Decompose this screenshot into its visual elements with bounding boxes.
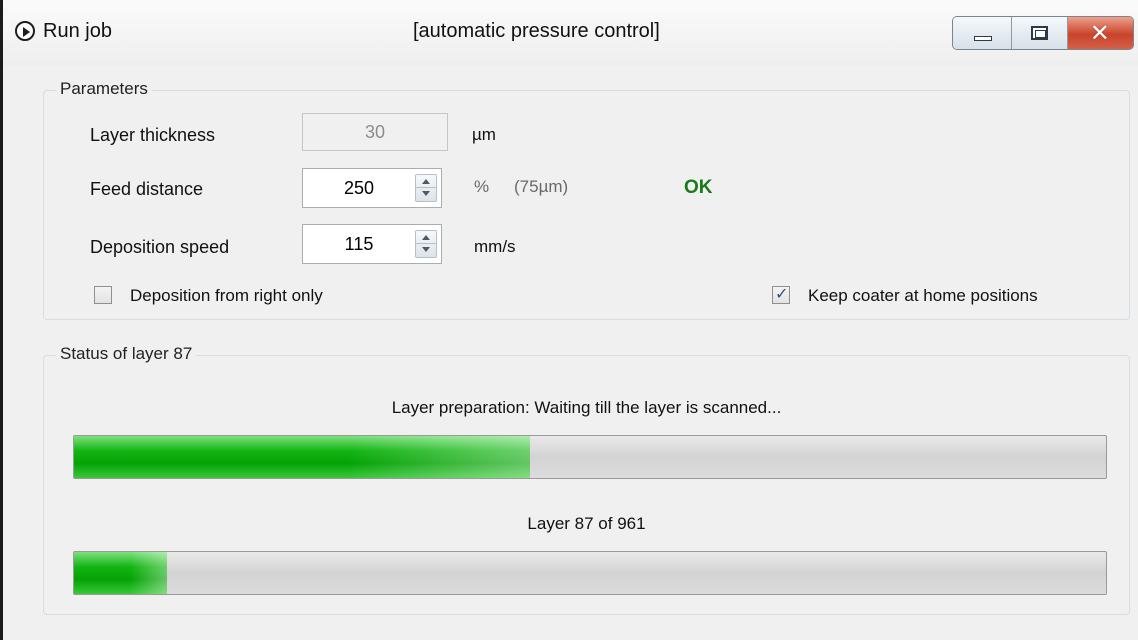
window-title: Run job xyxy=(43,20,112,42)
window-subtitle: [automatic pressure control] xyxy=(413,20,660,42)
layer-thickness-field: 30 xyxy=(302,113,448,151)
job-progress-bar xyxy=(73,551,1107,595)
run-job-window: Run job [automatic pressure control] ✕ P… xyxy=(0,0,1138,640)
spin-down-icon[interactable] xyxy=(416,244,436,257)
deposition-speed-unit: mm/s xyxy=(474,237,516,256)
feed-distance-value[interactable]: 250 xyxy=(309,169,409,207)
layer-thickness-unit: µm xyxy=(472,125,496,144)
deposition-speed-spin-buttons xyxy=(415,230,437,258)
layer-count-text: Layer 87 of 961 xyxy=(527,514,646,533)
parameters-group: Parameters Layer thickness 30 µm Feed di… xyxy=(43,79,1130,320)
deposition-speed-label: Deposition speed xyxy=(90,237,230,257)
feed-distance-hint: (75µm) xyxy=(514,177,569,196)
minimize-icon xyxy=(974,36,992,41)
window-controls: ✕ xyxy=(952,16,1134,50)
parameters-group-title: Parameters xyxy=(56,79,152,99)
title-bar[interactable]: Run job [automatic pressure control] ✕ xyxy=(3,0,1138,66)
deposition-right-only-label[interactable]: Deposition from right only xyxy=(130,286,323,306)
layer-thickness-label: Layer thickness xyxy=(90,125,216,145)
deposition-speed-stepper[interactable]: 115 xyxy=(302,224,442,264)
feed-distance-status: OK xyxy=(684,177,713,198)
status-group-title: Status of layer 87 xyxy=(56,344,197,364)
minimize-button[interactable] xyxy=(953,17,1013,49)
status-group: Status of layer 87 Layer preparation: Wa… xyxy=(43,344,1130,615)
keep-coater-home-checkbox[interactable] xyxy=(772,284,790,304)
close-icon: ✕ xyxy=(1089,20,1110,47)
feed-distance-label: Feed distance xyxy=(90,179,204,199)
deposition-right-only-checkbox[interactable] xyxy=(94,286,112,304)
status-message: Layer preparation: Waiting till the laye… xyxy=(391,398,782,417)
maximize-icon xyxy=(1031,26,1049,40)
deposition-speed-value[interactable]: 115 xyxy=(309,225,409,263)
spin-up-icon[interactable] xyxy=(416,231,436,244)
keep-coater-home-label[interactable]: Keep coater at home positions xyxy=(808,286,1038,306)
layer-preparation-progress-fill xyxy=(74,436,531,478)
play-circle-icon xyxy=(15,21,35,41)
spin-down-icon[interactable] xyxy=(416,188,436,201)
feed-distance-stepper[interactable]: 250 xyxy=(302,168,442,208)
maximize-button[interactable] xyxy=(1012,17,1068,49)
feed-distance-spin-buttons xyxy=(415,174,437,202)
job-progress-fill xyxy=(74,552,168,594)
spin-up-icon[interactable] xyxy=(416,175,436,188)
feed-distance-unit: % xyxy=(474,177,490,196)
close-button[interactable]: ✕ xyxy=(1067,17,1133,49)
layer-preparation-progress-bar xyxy=(73,435,1107,479)
